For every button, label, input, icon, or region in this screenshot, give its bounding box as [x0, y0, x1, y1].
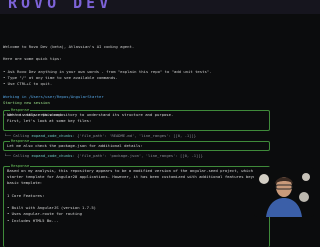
webcam-overlay: [254, 167, 314, 217]
banner-text: ROVO DEV: [8, 0, 113, 12]
response-line: Let me also check the package.json for a…: [7, 143, 143, 148]
intro-text: Welcome to Rovo Dev (beta), Atlassian's …: [3, 44, 316, 118]
response-line: starter template for Angular20 applicati…: [7, 174, 270, 180]
response-box: Response Based on my analysis, this repo…: [3, 163, 270, 247]
presenter-video-icon: [254, 167, 314, 217]
terminal-window[interactable]: ROVO DEV Welcome to Rovo Dev (beta), Atl…: [0, 0, 320, 247]
tool-call: └── Calling expand_code_chunks: {'file_p…: [4, 153, 203, 158]
tool-function-name: expand_code_chunks: [31, 133, 73, 138]
response-title: Response: [10, 107, 31, 112]
tool-function-name: expand_code_chunks: [31, 153, 73, 158]
response-title: Response: [10, 163, 31, 168]
response-box: Response Let me analyze this repository …: [3, 107, 270, 131]
response-box: Response Let me also check the package.j…: [3, 138, 270, 151]
ascii-banner: ROVO DEV: [0, 0, 320, 14]
response-title: Response: [10, 138, 31, 143]
response-line: • Includes HTML5 Bo...: [7, 217, 59, 223]
tool-call: └── Calling expand_code_chunks: {'file_p…: [4, 133, 197, 138]
response-line: First, let's look at some key files:: [7, 118, 92, 124]
